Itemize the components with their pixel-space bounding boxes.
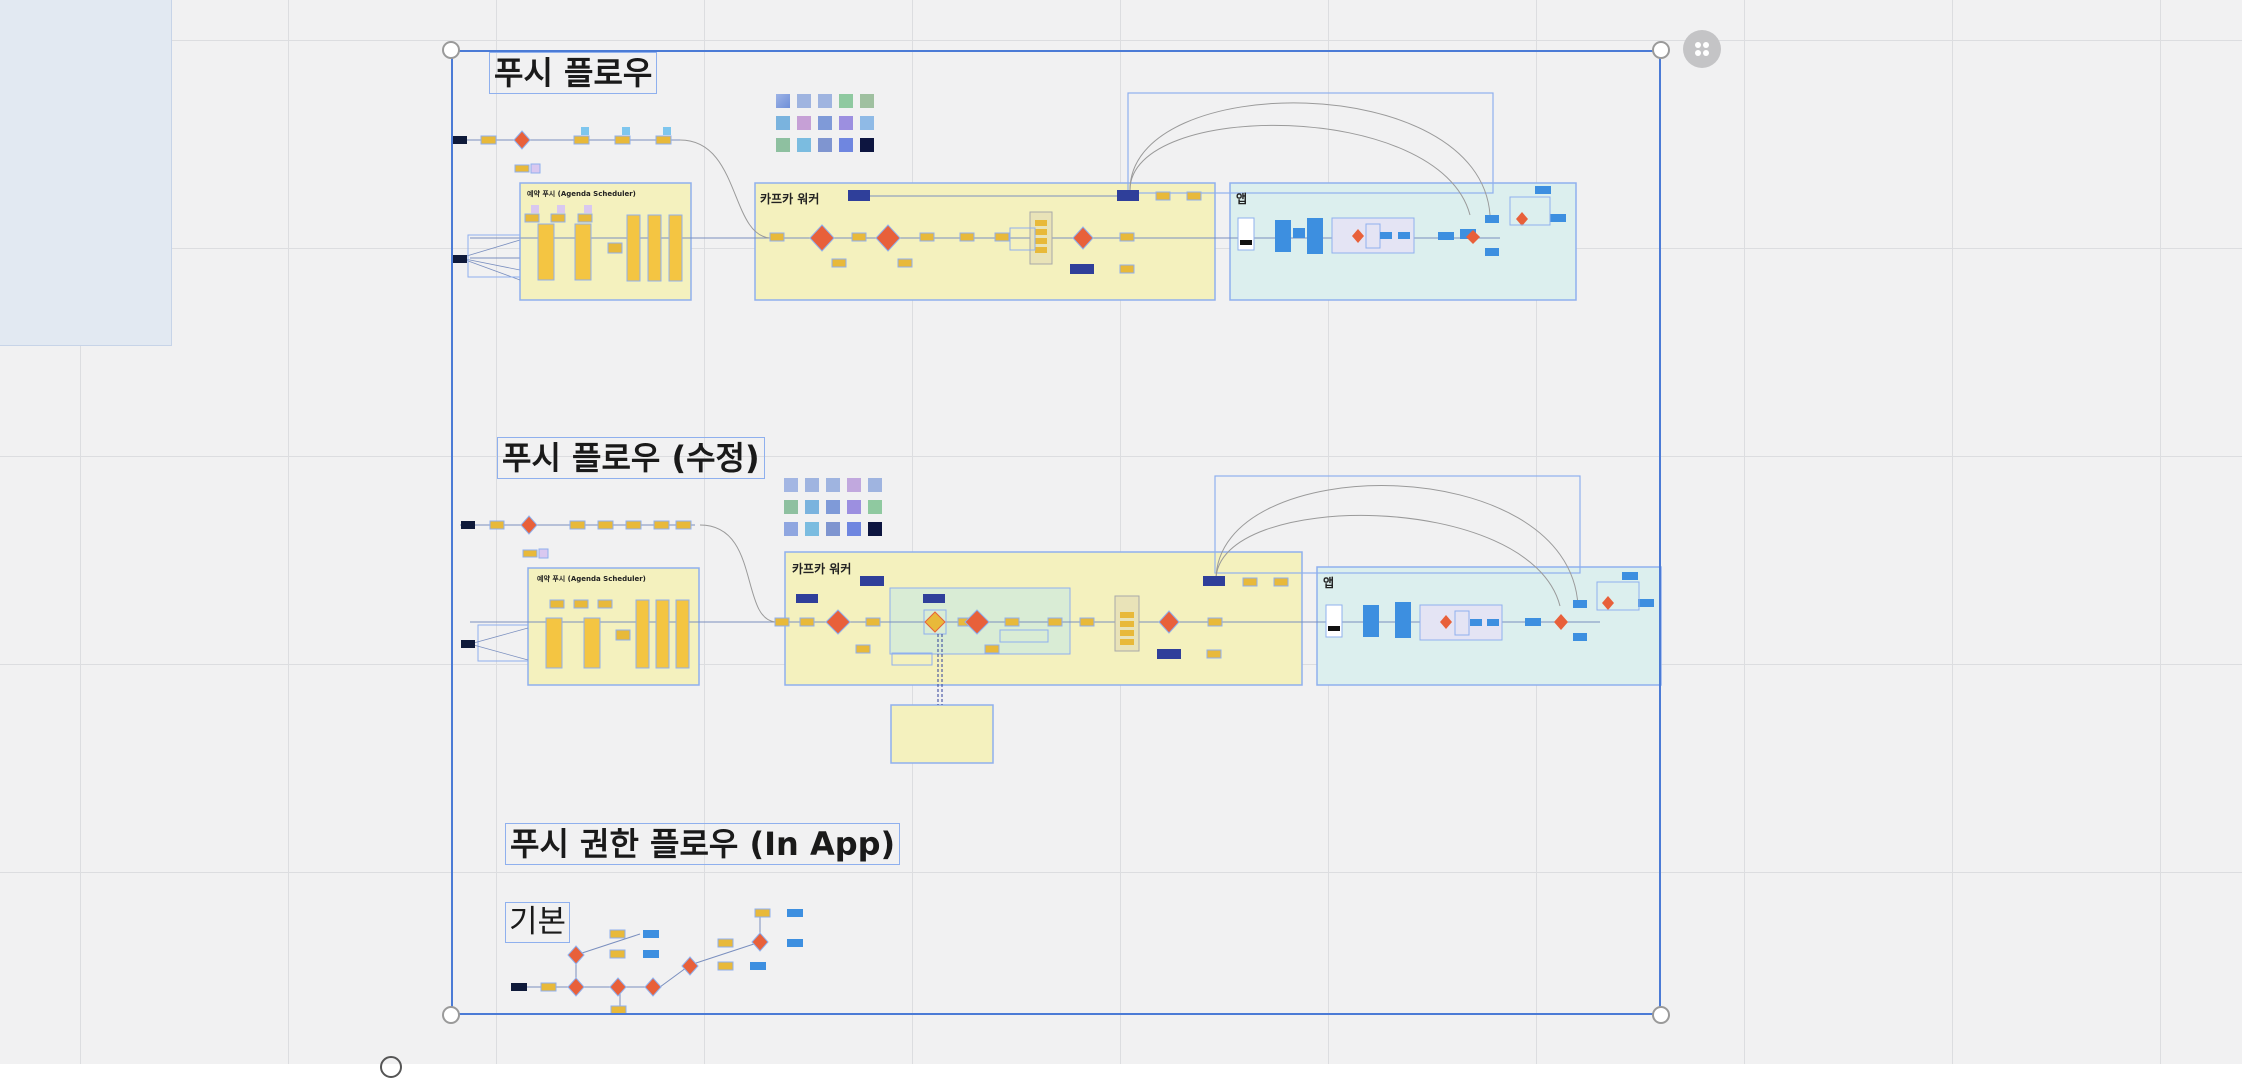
grid-menu-icon[interactable] — [1683, 30, 1721, 68]
selection-box[interactable] — [451, 50, 1661, 1015]
resize-handle-bottom-right[interactable] — [1652, 1006, 1670, 1024]
partial-circle-icon — [380, 1056, 402, 1078]
whiteboard-canvas[interactable]: 푸시 플로우 푸시 플로우 (수정) 푸시 권한 플로우 (In App) 기본… — [0, 0, 2242, 1078]
resize-handle-top-right[interactable] — [1652, 41, 1670, 59]
resize-handle-bottom-left[interactable] — [442, 1006, 460, 1024]
resize-handle-top-left[interactable] — [442, 41, 460, 59]
